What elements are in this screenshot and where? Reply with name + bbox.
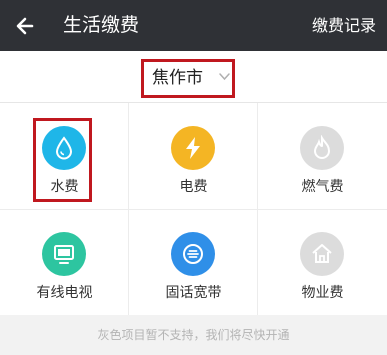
service-label: 燃气费: [301, 179, 344, 195]
city-selector-bar: 焦作市: [0, 51, 387, 103]
landline-icon: [171, 232, 215, 276]
chevron-down-icon[interactable]: [219, 71, 230, 82]
payment-records-link[interactable]: 缴费记录: [312, 0, 376, 51]
page-title: 生活缴费: [63, 14, 140, 36]
service-label: 电费: [179, 179, 208, 195]
service-cable-tv[interactable]: 有线电视: [0, 209, 129, 315]
back-button[interactable]: [12, 13, 38, 39]
unsupported-notice: 灰色项目暂不支持，我们将尽快开通: [0, 315, 387, 355]
service-label: 有线电视: [36, 285, 93, 301]
service-water[interactable]: 水费: [0, 103, 129, 209]
service-property[interactable]: 物业费: [258, 209, 387, 315]
services-grid: 水费 电费 燃气费 有线电视 固话宽带 物业费: [0, 103, 387, 315]
city-selector[interactable]: 焦作市: [152, 59, 203, 98]
top-bar: 生活缴费 缴费记录: [0, 0, 387, 51]
flame-icon: [300, 126, 344, 170]
service-electricity[interactable]: 电费: [129, 103, 258, 209]
service-gas[interactable]: 燃气费: [258, 103, 387, 209]
lightning-icon: [171, 126, 215, 170]
service-landline-broadband[interactable]: 固话宽带: [129, 209, 258, 315]
house-icon: [300, 232, 344, 276]
water-highlight-box: [33, 118, 92, 202]
tv-icon: [42, 232, 86, 276]
service-label: 固话宽带: [165, 285, 222, 301]
service-label: 物业费: [301, 285, 344, 301]
arrow-left-icon: [16, 17, 34, 35]
